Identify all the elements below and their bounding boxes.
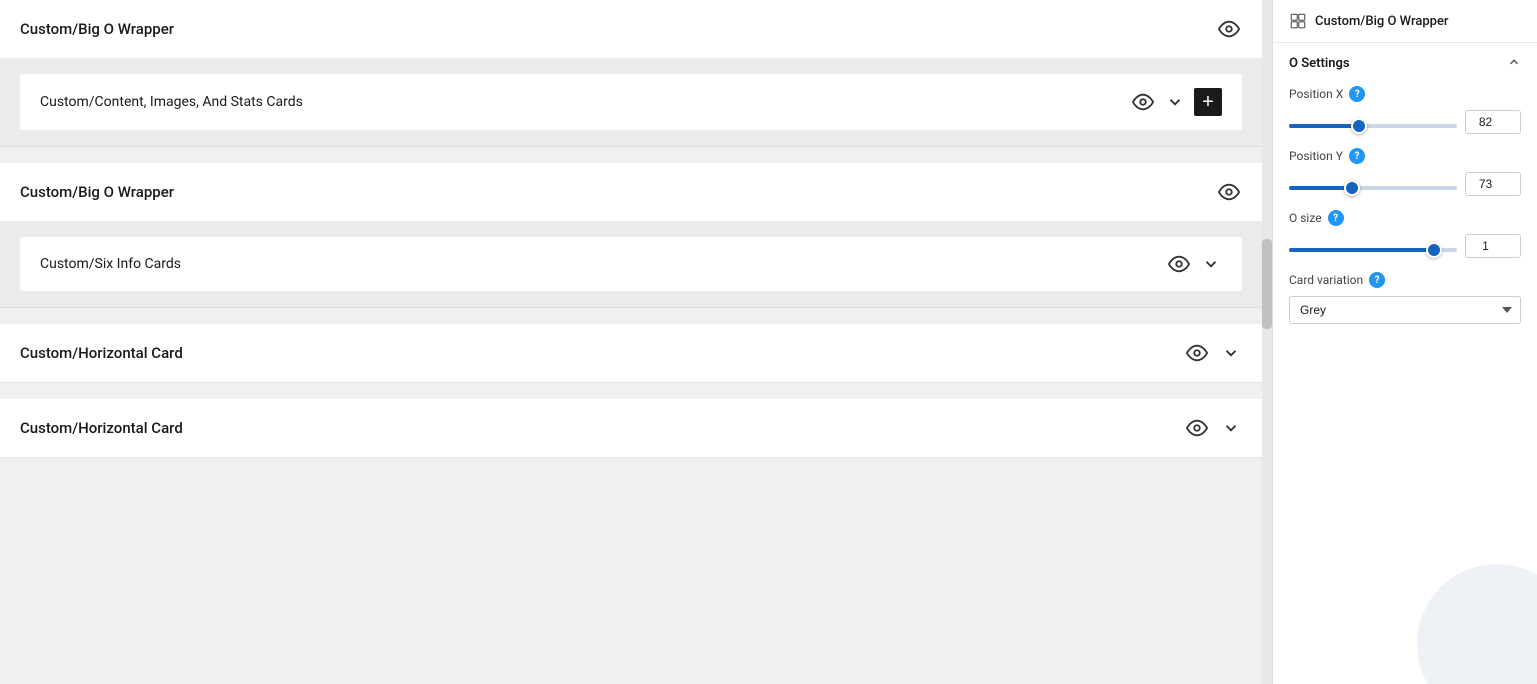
right-panel-header: Custom/Big O Wrapper	[1273, 0, 1537, 43]
right-panel-title: Custom/Big O Wrapper	[1315, 14, 1449, 29]
wrapper-block-2: Custom/Big O Wrapper Custom/Six Info Car…	[0, 163, 1262, 308]
standalone-block-3: Custom/Horizontal Card	[0, 324, 1262, 383]
expand-toggle-3[interactable]	[1220, 342, 1242, 364]
o-size-field: O size ?	[1289, 210, 1521, 258]
child-expand-1[interactable]	[1164, 91, 1186, 113]
position-x-label: Position X ?	[1289, 86, 1521, 102]
position-y-input[interactable]	[1465, 172, 1521, 196]
o-size-slider-row	[1289, 234, 1521, 258]
position-x-field: Position X ?	[1289, 86, 1521, 134]
child-title-1: Custom/Content, Images, And Stats Cards	[40, 94, 303, 110]
o-size-help[interactable]: ?	[1328, 210, 1344, 226]
o-size-input[interactable]	[1465, 234, 1521, 258]
component-icon	[1289, 12, 1307, 30]
child-actions-2	[1166, 251, 1222, 277]
spacer-1	[0, 147, 1262, 163]
o-size-slider[interactable]	[1289, 248, 1457, 252]
standalone-title-4: Custom/Horizontal Card	[20, 419, 183, 437]
inner-content-1: Custom/Content, Images, And Stats Cards	[0, 58, 1262, 146]
section-header: O Settings	[1289, 55, 1521, 72]
position-x-input[interactable]	[1465, 110, 1521, 134]
card-variation-field: Card variation ? Grey White Dark Blue	[1289, 272, 1521, 324]
expand-toggle-4[interactable]	[1220, 417, 1242, 439]
position-x-slider[interactable]	[1289, 124, 1457, 128]
visibility-toggle-2[interactable]	[1216, 179, 1242, 205]
wrapper-title-2: Custom/Big O Wrapper	[20, 183, 174, 201]
card-variation-help[interactable]: ?	[1369, 272, 1385, 288]
o-size-slider-container	[1289, 237, 1457, 256]
position-y-field: Position Y ?	[1289, 148, 1521, 196]
visibility-toggle-1[interactable]	[1216, 16, 1242, 42]
left-panel: Custom/Big O Wrapper Custom/Content, Ima…	[0, 0, 1262, 684]
child-actions-1: +	[1130, 88, 1222, 116]
wrapper-actions-2	[1216, 179, 1242, 205]
spacer-3	[0, 383, 1262, 399]
position-y-label: Position Y ?	[1289, 148, 1521, 164]
right-panel: Custom/Big O Wrapper O Settings Position…	[1272, 0, 1537, 684]
wrapper-title-1: Custom/Big O Wrapper	[20, 20, 174, 38]
o-size-label: O size ?	[1289, 210, 1521, 226]
scroll-thumb[interactable]	[1262, 239, 1272, 329]
section-title: O Settings	[1289, 56, 1350, 71]
collapse-icon	[1507, 55, 1521, 69]
card-variation-select[interactable]: Grey White Dark Blue	[1289, 296, 1521, 324]
position-y-slider-container	[1289, 175, 1457, 194]
add-child-btn-1[interactable]: +	[1194, 88, 1222, 116]
child-card-2: Custom/Six Info Cards	[20, 237, 1242, 291]
position-y-help[interactable]: ?	[1349, 148, 1365, 164]
collapse-section-btn[interactable]	[1507, 55, 1521, 72]
standalone-header-4: Custom/Horizontal Card	[0, 399, 1262, 457]
visibility-toggle-4[interactable]	[1184, 415, 1210, 441]
child-title-2: Custom/Six Info Cards	[40, 256, 181, 272]
position-x-help[interactable]: ?	[1349, 86, 1365, 102]
right-panel-bottom	[1273, 350, 1537, 684]
position-x-slider-container	[1289, 113, 1457, 132]
scrollbar[interactable]	[1262, 0, 1272, 684]
wrapper-header-1: Custom/Big O Wrapper	[0, 0, 1262, 58]
child-visibility-2[interactable]	[1166, 251, 1192, 277]
standalone-title-3: Custom/Horizontal Card	[20, 344, 183, 362]
position-y-slider[interactable]	[1289, 186, 1457, 190]
standalone-actions-4	[1184, 415, 1242, 441]
child-visibility-1[interactable]	[1130, 89, 1156, 115]
position-x-slider-row	[1289, 110, 1521, 134]
standalone-header-3: Custom/Horizontal Card	[0, 324, 1262, 382]
standalone-block-4: Custom/Horizontal Card	[0, 399, 1262, 458]
wrapper-header-2: Custom/Big O Wrapper	[0, 163, 1262, 221]
standalone-actions-3	[1184, 340, 1242, 366]
inner-content-2: Custom/Six Info Cards	[0, 221, 1262, 307]
decorative-circle	[1417, 564, 1537, 684]
position-y-slider-row	[1289, 172, 1521, 196]
wrapper-block-1: Custom/Big O Wrapper Custom/Content, Ima…	[0, 0, 1262, 147]
child-expand-2[interactable]	[1200, 253, 1222, 275]
wrapper-actions-1	[1216, 16, 1242, 42]
settings-section: O Settings Position X ? Posi	[1273, 43, 1537, 350]
card-variation-label: Card variation ?	[1289, 272, 1521, 288]
spacer-2	[0, 308, 1262, 324]
child-card-1: Custom/Content, Images, And Stats Cards	[20, 74, 1242, 130]
visibility-toggle-3[interactable]	[1184, 340, 1210, 366]
